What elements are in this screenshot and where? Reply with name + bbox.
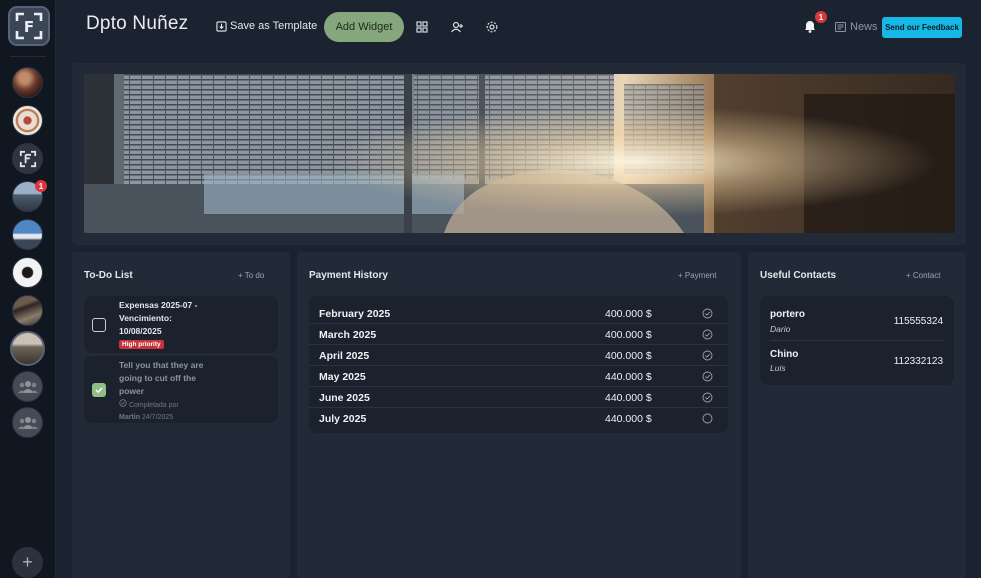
page-title: Dpto Nuñez [86, 13, 189, 34]
todo-checkbox[interactable] [92, 318, 106, 332]
sidebar-divider [10, 56, 46, 57]
spaces-sidebar: F 1 + [0, 0, 56, 578]
logo-letter: F [24, 18, 34, 36]
unpaid-circle-icon[interactable] [702, 413, 713, 424]
payment-row[interactable]: June 2025 440.000 $ [309, 387, 728, 408]
layout-grid-icon[interactable] [415, 20, 429, 34]
payment-row[interactable]: July 2025 440.000 $ [309, 408, 728, 429]
todo-checkbox-checked[interactable] [92, 383, 106, 397]
add-todo-button[interactable]: + To do [238, 271, 264, 280]
paid-check-icon[interactable] [702, 308, 713, 319]
payment-amount: 440.000 $ [605, 371, 652, 383]
contact-item[interactable]: Chino Luis 112332123 [760, 341, 954, 385]
send-feedback-button[interactable]: Send our Feedback [882, 17, 962, 38]
payment-amount: 440.000 $ [605, 392, 652, 404]
todo-item-text: Tell you that they are going to cut off … [119, 360, 204, 396]
save-template-icon [216, 20, 227, 32]
space-avatar-group-1[interactable] [12, 371, 43, 402]
check-circle-icon [119, 399, 127, 407]
notification-count-badge: 1 [815, 11, 827, 23]
payment-row[interactable]: May 2025 440.000 $ [309, 366, 728, 387]
payment-amount: 440.000 $ [605, 413, 652, 425]
completed-date: 24/7/2025 [141, 414, 174, 421]
add-widget-button[interactable]: Add Widget [324, 12, 404, 42]
contact-role: portero [770, 309, 805, 320]
payment-row[interactable]: February 2025 400.000 $ [309, 303, 728, 324]
paid-check-icon[interactable] [702, 350, 713, 361]
logo-icon [19, 150, 36, 167]
add-contact-button[interactable]: + Contact [906, 271, 940, 280]
space-avatar-1[interactable] [12, 67, 43, 98]
space-avatar-2[interactable] [12, 105, 43, 136]
todo-item[interactable]: Expensas 2025-07 - Vencimiento: 10/08/20… [84, 296, 278, 353]
payment-table: February 2025 400.000 $ March 2025 400.0… [309, 296, 728, 433]
space-avatar-5[interactable] [12, 219, 43, 250]
add-user-icon[interactable] [450, 20, 464, 34]
contact-name: Dario [770, 324, 791, 334]
contact-name: Luis [770, 363, 786, 373]
group-icon [17, 380, 38, 393]
newspaper-icon [835, 22, 846, 32]
contacts-list: portero Dario 115555324 Chino Luis 11233… [760, 296, 954, 385]
payment-row[interactable]: April 2025 400.000 $ [309, 345, 728, 366]
payment-history-title: Payment History [309, 270, 388, 281]
todo-title: To-Do List [84, 270, 133, 281]
space-notification-badge: 1 [35, 180, 47, 192]
payment-month: June 2025 [319, 392, 370, 404]
checkmark-icon [95, 387, 103, 394]
completed-by: Martin [119, 414, 140, 421]
space-avatar-6[interactable] [12, 257, 43, 288]
space-avatar-group-2[interactable] [12, 407, 43, 438]
room-window-photo [84, 74, 955, 233]
paid-check-icon[interactable] [702, 371, 713, 382]
contact-role: Chino [770, 349, 799, 360]
payment-amount: 400.000 $ [605, 350, 652, 362]
payment-month: May 2025 [319, 371, 366, 383]
banner-image [84, 74, 955, 233]
space-avatar-3[interactable] [12, 143, 43, 174]
payment-amount: 400.000 $ [605, 329, 652, 341]
contact-phone: 112332123 [893, 356, 943, 367]
todo-item-completed[interactable]: Tell you that they are going to cut off … [84, 356, 278, 423]
useful-contacts-title: Useful Contacts [760, 270, 837, 281]
news-label: News [850, 21, 878, 33]
save-as-template-button[interactable]: Save as Template [216, 20, 317, 32]
news-link[interactable]: News [835, 21, 878, 33]
add-space-button[interactable]: + [12, 547, 43, 578]
contact-phone: 115555324 [893, 316, 943, 327]
payment-month: July 2025 [319, 413, 367, 425]
payment-amount: 400.000 $ [605, 308, 652, 320]
add-payment-button[interactable]: + Payment [678, 271, 716, 280]
settings-gear-icon[interactable] [485, 20, 499, 34]
payment-row[interactable]: March 2025 400.000 $ [309, 324, 728, 345]
priority-badge: High priority [119, 340, 164, 349]
paid-check-icon[interactable] [702, 392, 713, 403]
save-as-template-label: Save as Template [230, 20, 318, 32]
space-avatar-7[interactable] [12, 295, 43, 326]
completed-info: Completada por Martin 24/7/2025 [119, 399, 179, 424]
payment-month: March 2025 [319, 329, 377, 341]
todo-item-text: Expensas 2025-07 - Vencimiento: 10/08/20… [119, 300, 198, 336]
payment-month: April 2025 [319, 350, 370, 362]
payment-month: February 2025 [319, 308, 391, 320]
app-logo[interactable]: F [8, 6, 50, 46]
contact-item[interactable]: portero Dario 115555324 [760, 296, 954, 340]
space-avatar-active[interactable] [10, 331, 45, 366]
paid-check-icon[interactable] [702, 329, 713, 340]
logo-icon: F [15, 12, 43, 40]
group-icon [17, 416, 38, 429]
completed-label: Completada por [128, 402, 179, 409]
